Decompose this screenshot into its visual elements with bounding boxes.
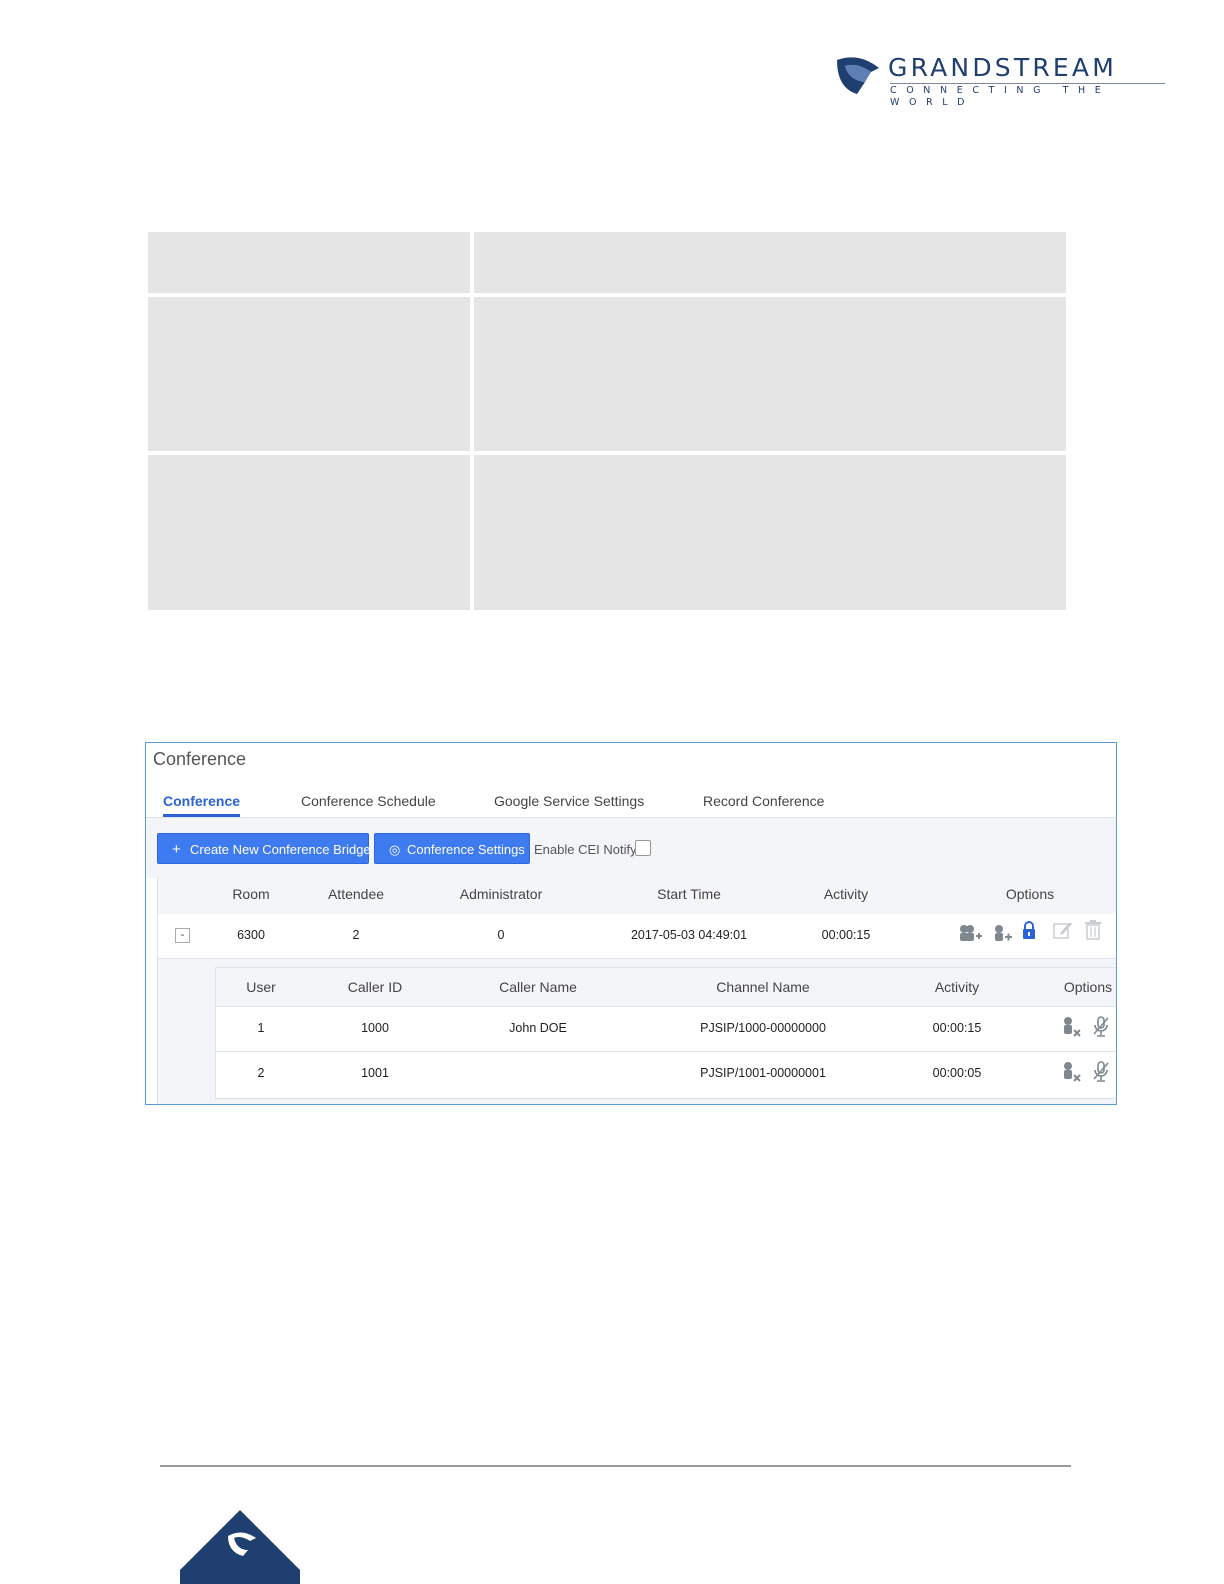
placeholder-cell xyxy=(474,232,1066,293)
collapse-row-button[interactable]: - xyxy=(175,928,190,943)
tab-conference-schedule[interactable]: Conference Schedule xyxy=(301,792,436,810)
toolbar: + Create New Conference Bridge ◎ Confere… xyxy=(146,818,1116,878)
column-header-options: Options xyxy=(1063,979,1113,995)
invite-participant-icon[interactable] xyxy=(992,923,1014,945)
conference-settings-button[interactable]: ◎ Conference Settings xyxy=(374,833,530,864)
user-number: 1 xyxy=(257,1021,265,1035)
room-number: 6300 xyxy=(237,928,265,942)
tab-record-conference[interactable]: Record Conference xyxy=(703,792,824,810)
channel-name: PJSIP/1000-00000000 xyxy=(700,1021,826,1035)
column-header-attendee: Attendee xyxy=(327,886,385,902)
column-header-options: Options xyxy=(1005,886,1055,902)
invite-participants-icon[interactable] xyxy=(958,923,982,945)
placeholder-cell xyxy=(148,297,470,451)
channel-name: PJSIP/1001-00000001 xyxy=(700,1066,826,1080)
column-header-channel-name: Channel Name xyxy=(716,979,810,995)
placeholder-cell xyxy=(148,232,470,293)
tab-google-service-settings[interactable]: Google Service Settings xyxy=(494,792,644,810)
room-activity: 00:00:15 xyxy=(821,928,871,942)
tab-bar: Conference Conference Schedule Google Se… xyxy=(146,787,1116,818)
footer-logo-icon xyxy=(180,1510,300,1584)
administrator-count: 0 xyxy=(497,928,505,942)
grandstream-logo: GRANDSTREAM CONNECTING THE WORLD xyxy=(835,53,1165,108)
cei-notify-checkbox[interactable] xyxy=(635,840,651,856)
create-conference-bridge-button[interactable]: + Create New Conference Bridge xyxy=(157,833,371,864)
grandstream-logo-icon xyxy=(837,57,879,94)
placeholder-cell xyxy=(474,455,1066,610)
tab-conference[interactable]: Conference xyxy=(163,792,241,817)
user-activity: 00:00:15 xyxy=(932,1021,982,1035)
plus-icon: + xyxy=(172,841,181,858)
kick-user-icon[interactable] xyxy=(1061,1061,1081,1083)
brand-tagline: CONNECTING THE WORLD xyxy=(890,83,1165,109)
caller-id: 1001 xyxy=(361,1066,389,1080)
attendees-area: User Caller ID Caller Name Channel Name … xyxy=(158,959,1116,1104)
settings-button-label: Conference Settings xyxy=(407,842,525,857)
column-header-caller-name: Caller Name xyxy=(499,979,577,995)
column-header-user: User xyxy=(246,979,276,995)
placeholder-cell xyxy=(148,455,470,610)
mute-icon[interactable] xyxy=(1092,1061,1110,1083)
panel-title: Conference xyxy=(153,749,247,769)
start-time: 2017-05-03 04:49:01 xyxy=(630,928,748,942)
placeholder-cell xyxy=(474,297,1066,451)
gear-icon: ◎ xyxy=(389,842,401,857)
cei-notify-label: Enable CEI Notify xyxy=(534,842,637,857)
caller-name: John DOE xyxy=(509,1021,567,1035)
kick-user-icon[interactable] xyxy=(1061,1016,1081,1038)
footer-divider xyxy=(160,1465,1071,1467)
lock-icon[interactable] xyxy=(1021,921,1037,941)
table-row: 1 1000 John DOE PJSIP/1000-00000000 00:0… xyxy=(216,1006,1116,1051)
create-button-label: Create New Conference Bridge xyxy=(190,842,371,857)
attendee-count: 2 xyxy=(352,928,360,942)
mute-icon[interactable] xyxy=(1092,1016,1110,1038)
delete-icon[interactable] xyxy=(1084,920,1102,940)
rooms-table: Room Attendee Administrator Start Time A… xyxy=(157,876,1116,1104)
column-header-administrator: Administrator xyxy=(459,886,543,902)
table-row: 2 1001 PJSIP/1001-00000001 00:00:05 xyxy=(216,1051,1116,1096)
column-header-caller-id: Caller ID xyxy=(347,979,403,995)
column-header-start-time: Start Time xyxy=(657,886,721,902)
user-number: 2 xyxy=(257,1066,265,1080)
attendees-table-header: User Caller ID Caller Name Channel Name … xyxy=(216,968,1116,1006)
edit-icon[interactable] xyxy=(1053,920,1073,940)
rooms-table-header: Room Attendee Administrator Start Time A… xyxy=(158,876,1116,914)
column-header-activity: Activity xyxy=(823,886,869,902)
column-header-room: Room xyxy=(232,886,270,902)
brand-name: GRANDSTREAM xyxy=(888,53,1117,82)
table-row: - 6300 2 0 2017-05-03 04:49:01 00:00:15 xyxy=(158,914,1116,959)
user-activity: 00:00:05 xyxy=(932,1066,982,1080)
caller-id: 1000 xyxy=(361,1021,389,1035)
attendees-table: User Caller ID Caller Name Channel Name … xyxy=(215,967,1116,1099)
conference-panel: Conference Conference Conference Schedul… xyxy=(145,742,1117,1105)
column-header-activity: Activity xyxy=(934,979,980,995)
